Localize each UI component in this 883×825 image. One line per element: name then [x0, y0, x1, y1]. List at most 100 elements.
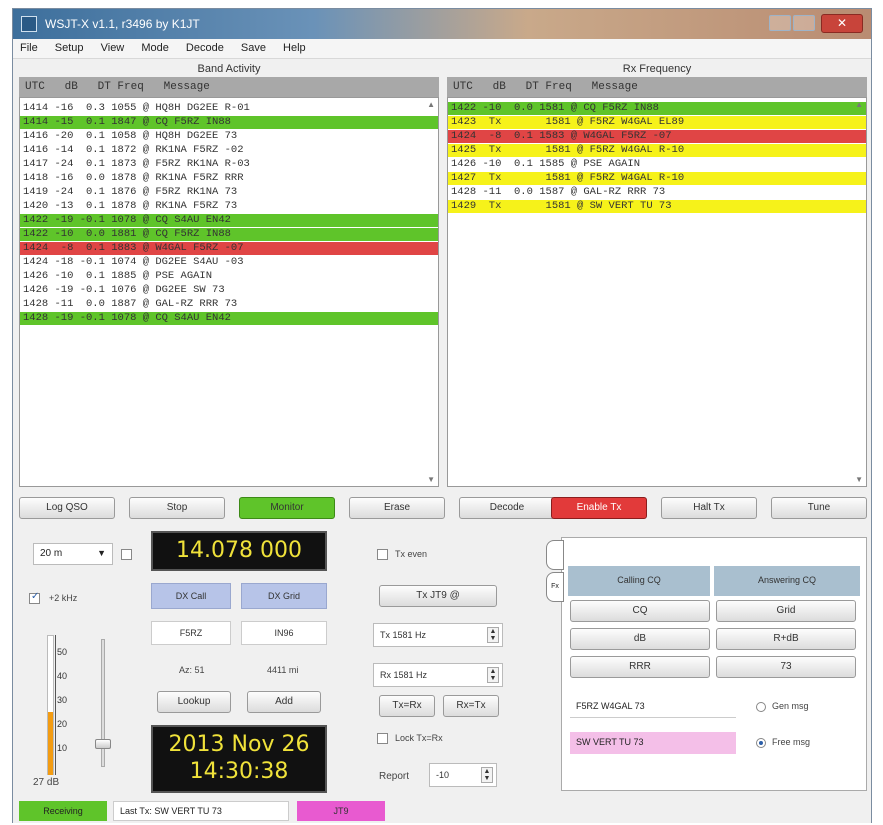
spin-arrows-icon[interactable]: ▲ ▼ [481, 767, 493, 783]
band-activity-line[interactable]: 1424 -8 0.1 1883 @ W4GAL F5RZ -07 [20, 242, 438, 255]
scroll-up-icon[interactable]: ▲ [855, 100, 863, 109]
band-checkbox[interactable] [121, 549, 132, 560]
band-activity-line[interactable]: 1414 -15 0.1 1847 @ CQ F5RZ IN88 [20, 116, 438, 129]
menu-decode[interactable]: Decode [179, 39, 231, 54]
tx-jt9-button[interactable]: Tx JT9 @ [379, 585, 497, 607]
rx-frequency-line[interactable]: 1429 Tx 1581 @ SW VERT TU 73 [448, 200, 866, 213]
scroll-down-icon[interactable]: ▼ [855, 475, 863, 484]
scroll-down-icon[interactable]: ▼ [427, 475, 435, 484]
log-qso-button[interactable]: Log QSO [19, 497, 115, 519]
menu-setup[interactable]: Setup [48, 39, 91, 54]
rx-frequency-line[interactable]: 1422 -10 0.0 1581 @ CQ F5RZ IN88 [448, 102, 866, 115]
band-activity-pane[interactable]: ▲ ▼ 1414 -16 0.3 1055 @ HQ8H DG2EE R-01 1… [19, 97, 439, 487]
menu-bar: File Setup View Mode Decode Save Help [13, 39, 871, 59]
73-button[interactable]: 73 [716, 656, 856, 678]
rrr-button[interactable]: RRR [570, 656, 710, 678]
add-button[interactable]: Add [247, 691, 321, 713]
grid-button[interactable]: Grid [716, 600, 856, 622]
band-activity-title: Band Activity [197, 63, 261, 75]
rx-frequency-line[interactable]: 1425 Tx 1581 @ F5RZ W4GAL R-10 [448, 144, 866, 157]
monitor-button[interactable]: Monitor [239, 497, 335, 519]
lookup-button[interactable]: Lookup [157, 691, 231, 713]
band-activity-line[interactable]: 1426 -19 -0.1 1076 @ DG2EE SW 73 [20, 284, 438, 297]
rx-frequency-line[interactable]: 1424 -8 0.1 1583 @ W4GAL F5RZ -07 [448, 130, 866, 143]
band-activity-line[interactable]: 1414 -16 0.3 1055 @ HQ8H DG2EE R-01 [20, 102, 438, 115]
band-activity-line[interactable]: 1428 -11 0.0 1887 @ GAL-RZ RRR 73 [20, 298, 438, 311]
rx-frequency-spinbox[interactable]: Rx 1581 Hz ▲ ▼ [373, 663, 503, 687]
cq-button[interactable]: CQ [570, 600, 710, 622]
tune-button[interactable]: Tune [771, 497, 867, 519]
control-button-row: Log QSO Stop Monitor Erase Decode Enable… [19, 497, 867, 521]
maximize-button[interactable] [793, 15, 815, 31]
decode-button[interactable]: Decode [459, 497, 555, 519]
tab-1[interactable] [546, 540, 564, 570]
dx-call-field[interactable]: F5RZ [151, 621, 231, 645]
chevron-down-icon: ▼ [97, 548, 106, 558]
tx-frequency-spinbox[interactable]: Tx 1581 Hz ▲ ▼ [373, 623, 503, 647]
minimize-button[interactable] [769, 15, 791, 31]
band-activity-line[interactable]: 1420 -13 0.1 1878 @ RK1NA F5RZ 73 [20, 200, 438, 213]
meter-tick: 30 [57, 695, 68, 705]
status-bar: Receiving Last Tx: SW VERT TU 73 JT9 [13, 799, 871, 823]
enable-tx-button[interactable]: Enable Tx [551, 497, 647, 519]
meter-tick: 50 [57, 647, 68, 657]
tx-frequency-value: Tx 1581 Hz [380, 630, 427, 640]
menu-help[interactable]: Help [276, 39, 313, 54]
band-select[interactable]: 20 m ▼ [33, 543, 113, 565]
answering-cq-header: Answering CQ [714, 566, 860, 596]
gen-msg-radio[interactable] [756, 702, 766, 712]
band-activity-line[interactable]: 1422 -19 -0.1 1078 @ CQ S4AU EN42 [20, 214, 438, 227]
menu-view[interactable]: View [94, 39, 132, 54]
rx-frequency-line[interactable]: 1428 -11 0.0 1587 @ GAL-RZ RRR 73 [448, 186, 866, 199]
band-activity-line[interactable]: 1426 -10 0.1 1885 @ PSE AGAIN [20, 270, 438, 283]
rx-frequency-line[interactable]: 1423 Tx 1581 @ F5RZ W4GAL EL89 [448, 116, 866, 129]
gen-msg-label: Gen msg [772, 701, 809, 711]
band-activity-line[interactable]: 1422 -10 0.0 1881 @ CQ F5RZ IN88 [20, 228, 438, 241]
rx-frequency-line[interactable]: 1427 Tx 1581 @ F5RZ W4GAL R-10 [448, 172, 866, 185]
band-activity-line[interactable]: 1419 -24 0.1 1876 @ F5RZ RK1NA 73 [20, 186, 438, 199]
tx-eq-rx-button[interactable]: Tx=Rx [379, 695, 435, 717]
free-msg-radio[interactable] [756, 738, 766, 748]
gain-slider-thumb[interactable] [95, 739, 111, 749]
scroll-up-icon[interactable]: ▲ [427, 100, 435, 109]
menu-save[interactable]: Save [234, 39, 273, 54]
meter-tick: 40 [57, 671, 68, 681]
dx-call-label: DX Call [151, 583, 231, 609]
menu-file[interactable]: File [13, 39, 45, 54]
band-activity-line[interactable]: 1416 -20 0.1 1058 @ HQ8H DG2EE 73 [20, 130, 438, 143]
khz-checkbox[interactable] [29, 591, 40, 604]
report-spinbox[interactable]: -10 ▲ ▼ [429, 763, 497, 787]
app-window: WSJT-X v1.1, r3496 by K1JT ✕ File Setup … [12, 8, 872, 823]
spin-arrows-icon[interactable]: ▲ ▼ [487, 667, 499, 683]
dx-grid-field[interactable]: IN96 [241, 621, 327, 645]
azimuth-readout: Az: 51 [179, 665, 205, 675]
band-activity-line[interactable]: 1417 -24 0.1 1873 @ F5RZ RK1NA R-03 [20, 158, 438, 171]
stop-button[interactable]: Stop [129, 497, 225, 519]
band-activity-line[interactable]: 1418 -16 0.0 1878 @ RK1NA F5RZ RRR [20, 172, 438, 185]
gen-msg-field[interactable]: F5RZ W4GAL 73 [570, 696, 736, 718]
lock-tx-rx-checkbox[interactable] [377, 733, 388, 744]
band-activity-line[interactable]: 1428 -19 -0.1 1078 @ CQ S4AU EN42 [20, 312, 438, 325]
free-msg-field[interactable]: SW VERT TU 73 [570, 732, 736, 754]
spin-arrows-icon[interactable]: ▲ ▼ [487, 627, 499, 643]
rx-frequency-header: UTC dB DT Freq Message [447, 77, 867, 97]
rx-frequency-title: Rx Frequency [622, 63, 692, 75]
rx-eq-tx-button[interactable]: Rx=Tx [443, 695, 499, 717]
tab-2[interactable]: Fx [546, 572, 564, 602]
band-activity-line[interactable]: 1424 -18 -0.1 1074 @ DG2EE S4AU -03 [20, 256, 438, 269]
distance-readout: 4411 mi [267, 665, 299, 675]
rx-frequency-line[interactable]: 1426 -10 0.1 1585 @ PSE AGAIN [448, 158, 866, 171]
rx-frequency-pane[interactable]: ▲ ▼ 1422 -10 0.0 1581 @ CQ F5RZ IN88 1423… [447, 97, 867, 487]
halt-tx-button[interactable]: Halt Tx [661, 497, 757, 519]
r-db-button[interactable]: R+dB [716, 628, 856, 650]
erase-button[interactable]: Erase [349, 497, 445, 519]
tx-even-checkbox[interactable] [377, 549, 388, 560]
menu-mode[interactable]: Mode [134, 39, 176, 54]
close-button[interactable]: ✕ [821, 14, 863, 33]
report-value: -10 [436, 770, 450, 780]
band-activity-line[interactable]: 1416 -14 0.1 1872 @ RK1NA F5RZ -02 [20, 144, 438, 157]
db-button[interactable]: dB [570, 628, 710, 650]
window-title: WSJT-X v1.1, r3496 by K1JT [45, 17, 200, 31]
calling-cq-header: Calling CQ [568, 566, 710, 596]
free-msg-label: Free msg [772, 737, 811, 747]
